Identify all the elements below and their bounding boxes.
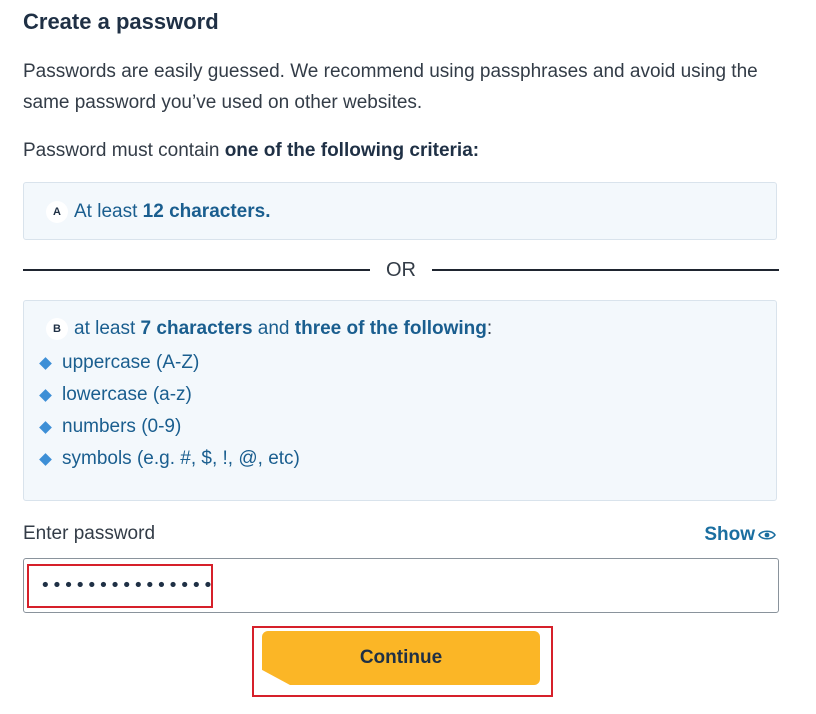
option-a-prefix: At least [74,201,143,222]
list-item: numbers (0-9) [38,411,300,443]
criteria-option-b: Bat least 7 characters and three of the … [23,300,777,501]
list-item: symbols (e.g. #, $, !, @, etc) [38,443,300,475]
option-a-badge: A [46,200,68,223]
option-a-bold: 12 characters. [142,201,271,222]
rule-text: symbols (e.g. #, $, !, @, etc) [62,448,300,469]
eye-icon [758,530,776,540]
criteria-lead-bold: one of the following criteria: [224,140,480,161]
or-text: OR [386,259,416,281]
diamond-bullet-icon [39,452,52,466]
intro-text: Passwords are easily guessed. We recomme… [23,61,758,113]
diamond-bullet-icon [39,356,52,370]
divider-line-right [432,269,779,271]
criteria-lead: Password must contain one of the followi… [23,136,479,166]
password-label: Enter password [23,523,156,544]
list-item: lowercase (a-z) [38,379,300,411]
show-password-toggle[interactable]: Show [704,524,776,546]
option-b-suffix: : [486,318,493,339]
option-b-rules: uppercase (A-Z) lowercase (a-z) numbers … [38,347,300,475]
rule-text: uppercase (A-Z) [62,352,200,373]
or-divider: OR [23,256,779,284]
criteria-option-a: A At least 12 characters. [23,182,777,240]
option-b-line: Bat least 7 characters and three of the … [46,315,492,343]
option-b-middle: and [252,318,295,339]
divider-line-left [23,269,370,271]
rule-text: lowercase (a-z) [62,384,192,405]
option-b-prefix: at least [74,318,141,339]
option-b-badge: B [46,317,68,340]
diamond-bullet-icon [39,388,52,402]
password-input[interactable] [24,559,778,612]
continue-button[interactable]: Continue [262,631,540,685]
criteria-lead-prefix: Password must contain [23,140,225,161]
rule-text: numbers (0-9) [62,416,182,437]
list-item: uppercase (A-Z) [38,347,300,379]
option-b-bold-1: 7 characters [140,318,253,339]
show-password-label: Show [704,524,755,545]
option-a-line: A At least 12 characters. [46,198,270,226]
diamond-bullet-icon [39,420,52,434]
password-field[interactable] [23,558,779,613]
page-title: Create a password [23,9,219,34]
option-b-bold-2: three of the following [294,318,487,339]
